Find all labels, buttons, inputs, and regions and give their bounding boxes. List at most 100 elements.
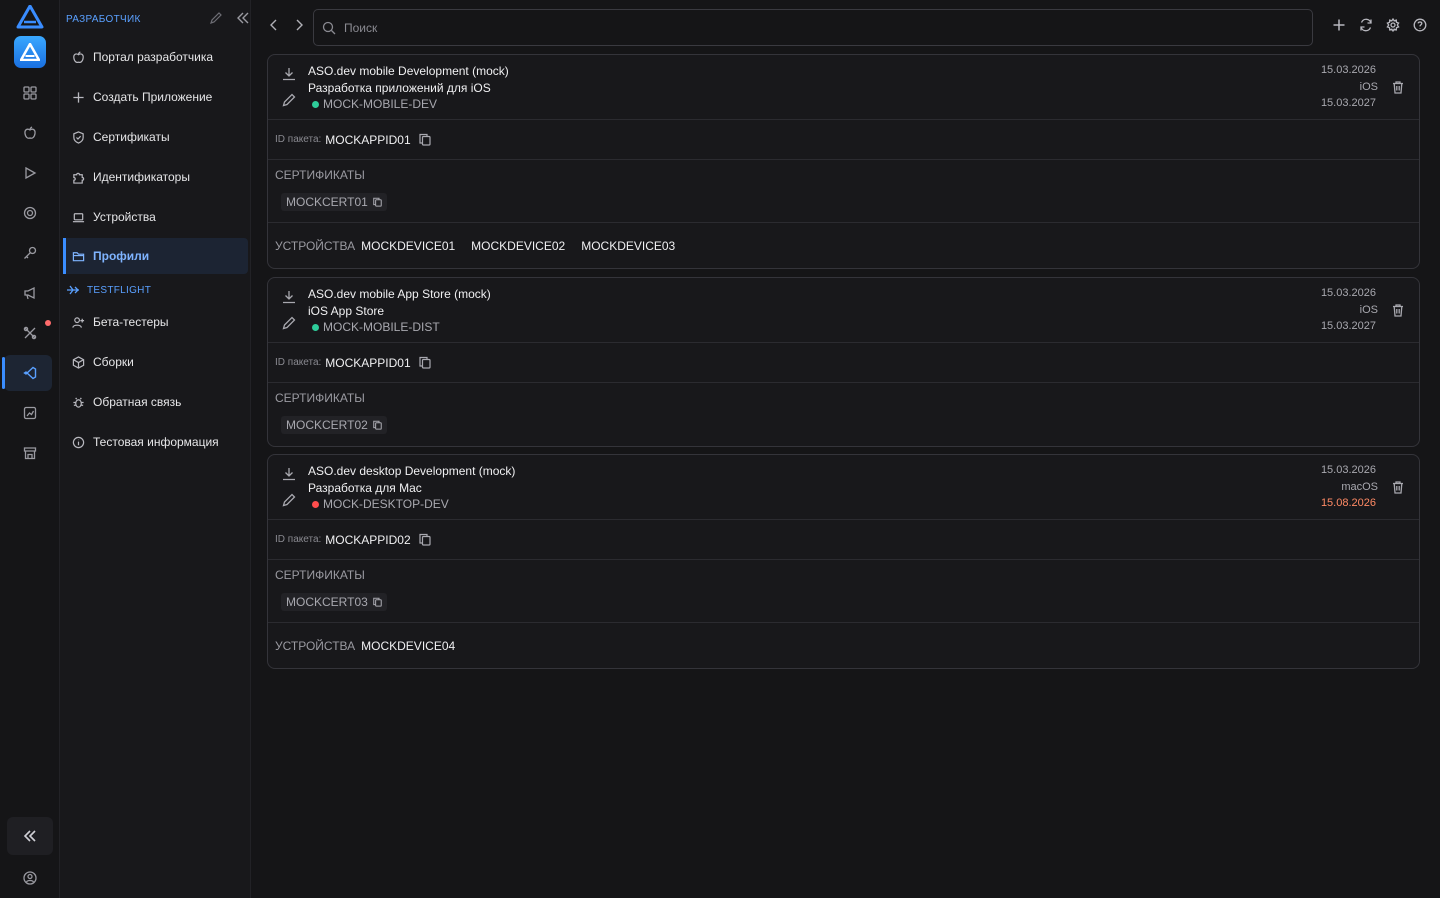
profile-name-text: MOCK-DESKTOP-DEV	[323, 497, 449, 511]
megaphone-icon[interactable]	[20, 283, 40, 303]
target-icon[interactable]	[20, 203, 40, 223]
package-id-row: ID пакета: MOCKAPPID01	[268, 343, 1419, 383]
profile-card-header: ASO.dev desktop Development (mock) Разра…	[268, 455, 1419, 520]
created-date: 15.03.2026	[1320, 464, 1376, 476]
profile-name: MOCK-MOBILE-DIST	[312, 320, 440, 334]
pencil-icon[interactable]	[209, 11, 223, 25]
copy-icon[interactable]	[373, 420, 382, 430]
certificates-section: СЕРТИФИКАТЫ MOCKCERT02	[268, 383, 1419, 446]
store-icon[interactable]	[20, 443, 40, 463]
profile-card-header: ASO.dev mobile Development (mock) Разраб…	[268, 55, 1419, 120]
pencil-icon[interactable]	[281, 492, 297, 508]
double-chevron-left-icon[interactable]	[236, 11, 250, 25]
trash-icon[interactable]	[1391, 480, 1405, 494]
profile-card: ASO.dev mobile Development (mock) Разраб…	[267, 54, 1420, 269]
shield-check-icon	[71, 130, 85, 144]
key-icon[interactable]	[20, 243, 40, 263]
device-name[interactable]: MOCKDEVICE03	[581, 239, 675, 253]
copy-icon[interactable]	[373, 597, 382, 607]
status-dot	[312, 100, 319, 108]
devices-row: УСТРОЙСТВА MOCKDEVICE01 MOCKDEVICE02 MOC…	[268, 223, 1419, 268]
profile-name-text: MOCK-MOBILE-DEV	[323, 97, 438, 111]
logo-icon	[16, 5, 44, 29]
gear-icon[interactable]	[1386, 18, 1400, 32]
device-name[interactable]: MOCKDEVICE01	[361, 239, 455, 253]
sidebar-section-developer: РАЗРАБОТЧИК	[66, 11, 249, 27]
sidebar-item-profiles[interactable]: Профили	[63, 238, 248, 274]
platform-label: macOS	[1341, 481, 1378, 493]
device-name[interactable]: MOCKDEVICE04	[361, 639, 455, 653]
pencil-icon[interactable]	[281, 315, 297, 331]
sidebar-item-certificates[interactable]: Сертификаты	[63, 119, 248, 155]
sidebar-section-testflight: TESTFLIGHT	[66, 282, 151, 298]
plus-icon[interactable]	[1332, 18, 1346, 32]
certificates-label: СЕРТИФИКАТЫ	[275, 391, 365, 405]
sidebar-item-label: Сертификаты	[93, 130, 170, 144]
forward-arrow-icon[interactable]	[293, 18, 305, 32]
certificate-chip[interactable]: MOCKCERT03	[281, 593, 387, 611]
vscode-icon[interactable]	[20, 363, 40, 383]
package-id-value: MOCKAPPID01	[325, 355, 411, 370]
copy-icon[interactable]	[373, 197, 382, 207]
copy-icon[interactable]	[419, 133, 431, 146]
profile-name-text: MOCK-MOBILE-DIST	[323, 320, 440, 334]
status-dot	[312, 500, 319, 508]
status-dot	[312, 323, 319, 331]
certificate-chip[interactable]: MOCKCERT01	[281, 193, 387, 211]
sidebar-item-label: Тестовая информация	[93, 435, 219, 449]
trash-icon[interactable]	[1391, 80, 1405, 94]
trash-icon[interactable]	[1391, 303, 1405, 317]
certificates-section: СЕРТИФИКАТЫ MOCKCERT01	[268, 160, 1419, 223]
user-account-icon[interactable]	[21, 869, 39, 887]
package-id-row: ID пакета: MOCKAPPID01	[268, 120, 1419, 160]
expiry-date: 15.08.2026	[1320, 497, 1376, 509]
double-chevron-left-icon	[23, 830, 36, 842]
copy-icon[interactable]	[419, 356, 431, 369]
devices-label: УСТРОЙСТВА	[275, 238, 356, 253]
certificates-section: СЕРТИФИКАТЫ MOCKCERT03	[268, 560, 1419, 623]
sidebar-item-builds[interactable]: Сборки	[63, 344, 248, 380]
profile-title: ASO.dev mobile Development (mock)	[308, 64, 509, 78]
app-rail	[0, 0, 60, 898]
laptop-icon	[71, 210, 85, 224]
tools-icon[interactable]	[20, 323, 40, 343]
sidebar-item-label: Портал разработчика	[93, 50, 214, 64]
sidebar-item-devices[interactable]: Устройства	[63, 199, 248, 235]
search-bar[interactable]	[313, 9, 1313, 46]
search-input[interactable]	[344, 20, 1244, 35]
user-plus-icon	[71, 315, 85, 329]
play-icon[interactable]	[20, 163, 40, 183]
sidebar-item-test-info[interactable]: Тестовая информация	[63, 424, 248, 460]
copy-icon[interactable]	[419, 533, 431, 546]
help-icon[interactable]	[1413, 18, 1427, 32]
refresh-icon[interactable]	[1359, 18, 1373, 32]
profile-card: ASO.dev mobile App Store (mock) iOS App …	[267, 277, 1420, 447]
sidebar-item-label: Обратная связь	[93, 395, 182, 409]
sidebar-item-label: Бета-тестеры	[93, 315, 169, 329]
certificate-chip[interactable]: MOCKCERT02	[281, 416, 387, 434]
sidebar-item-feedback[interactable]: Обратная связь	[63, 384, 248, 420]
app-icon[interactable]	[14, 36, 46, 68]
chart-icon[interactable]	[20, 403, 40, 423]
download-icon[interactable]	[281, 466, 297, 482]
plus-icon	[71, 90, 85, 104]
package-id-label: ID пакета:	[275, 357, 322, 368]
apps-grid-icon[interactable]	[20, 83, 40, 103]
collapse-rail-button[interactable]	[7, 817, 53, 855]
box-icon	[71, 355, 85, 369]
profile-title: ASO.dev mobile App Store (mock)	[308, 287, 491, 301]
sidebar-item-developer-portal[interactable]: Портал разработчика	[63, 39, 248, 75]
profile-subtitle: Разработка приложений для iOS	[308, 81, 491, 95]
back-arrow-icon[interactable]	[268, 18, 280, 32]
apple-icon[interactable]	[20, 123, 40, 143]
download-icon[interactable]	[281, 289, 297, 305]
package-id-value: MOCKAPPID02	[325, 532, 411, 547]
platform-label: iOS	[1359, 304, 1378, 316]
package-id-value: MOCKAPPID01	[325, 132, 411, 147]
device-name[interactable]: MOCKDEVICE02	[471, 239, 565, 253]
pencil-icon[interactable]	[281, 92, 297, 108]
download-icon[interactable]	[281, 66, 297, 82]
sidebar-item-identifiers[interactable]: Идентификаторы	[63, 159, 248, 195]
sidebar-item-create-app[interactable]: Создать Приложение	[63, 79, 248, 115]
sidebar-item-beta-testers[interactable]: Бета-тестеры	[63, 304, 248, 340]
